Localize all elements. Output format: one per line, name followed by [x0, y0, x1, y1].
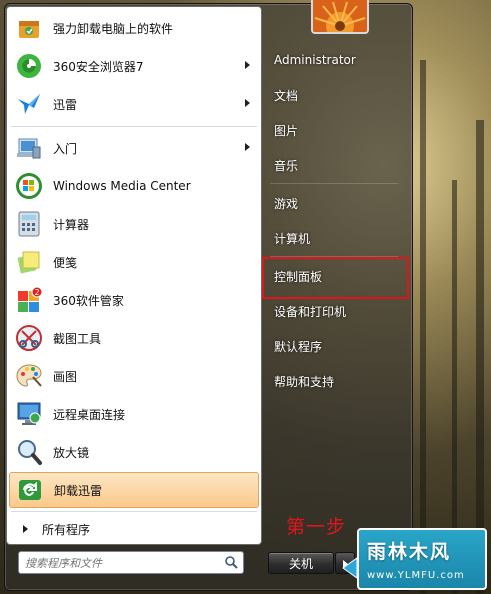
watermark-url: www.YLMFU.com	[367, 570, 465, 581]
watermark-title: 雨林木风	[367, 541, 452, 563]
all-programs-label: 所有程序	[42, 522, 91, 537]
program-item-uninstall-software[interactable]: 强力卸载电脑上的软件	[9, 10, 259, 46]
search-icon[interactable]	[224, 555, 238, 569]
calculator-icon	[14, 209, 44, 239]
program-item-remote-desktop[interactable]: 远程桌面连接	[9, 396, 259, 432]
tree-trunk-3	[476, 120, 484, 594]
shutdown-button[interactable]: 关机	[268, 552, 334, 574]
annotation-highlight-box	[262, 257, 409, 299]
documents-link[interactable]: 文档	[264, 83, 414, 107]
browser-360-icon	[14, 51, 44, 81]
separator	[11, 511, 257, 512]
program-label: 远程桌面连接	[53, 407, 126, 422]
program-label: 强力卸载电脑上的软件	[53, 21, 174, 36]
program-label: 便笺	[53, 255, 78, 270]
expand-arrow-icon	[23, 525, 28, 533]
uninstall-box-icon	[14, 13, 44, 43]
program-item-snipping-tool[interactable]: 截图工具	[9, 320, 259, 356]
software-manager-360-icon: 2	[14, 285, 44, 315]
program-label: 360软件管家	[53, 293, 124, 308]
program-label: 画图	[53, 369, 78, 384]
program-item-magnifier[interactable]: 放大镜	[9, 434, 259, 470]
program-label: 迅雷	[53, 97, 78, 112]
help-support-link[interactable]: 帮助和支持	[264, 369, 414, 393]
program-label: 截图工具	[53, 331, 102, 346]
program-label: 入门	[53, 141, 78, 156]
program-list-pane: 强力卸载电脑上的软件 360安全浏览器7 迅雷 入门 Windows Media…	[6, 6, 262, 545]
username-link[interactable]: Administrator	[264, 48, 414, 72]
program-item-360-browser[interactable]: 360安全浏览器7	[9, 48, 259, 84]
tree-trunk-1	[420, 60, 426, 594]
program-item-360-software-manager[interactable]: 2 360软件管家	[9, 282, 259, 318]
watermark-logo: 雨林木风 www.YLMFU.com	[357, 528, 487, 590]
search-box[interactable]	[18, 551, 244, 574]
svg-text:2: 2	[34, 288, 39, 297]
search-input[interactable]	[23, 554, 223, 572]
windows-media-center-icon	[14, 171, 44, 201]
xunlei-bird-icon	[14, 89, 44, 119]
submenu-arrow-icon	[245, 143, 250, 151]
program-item-calculator[interactable]: 计算器	[9, 206, 259, 242]
snipping-tool-icon	[14, 323, 44, 353]
program-item-paint[interactable]: 画图	[9, 358, 259, 394]
separator	[11, 126, 257, 127]
submenu-arrow-icon	[245, 99, 250, 107]
user-avatar[interactable]	[311, 0, 369, 34]
getting-started-icon	[14, 133, 44, 163]
program-label: Windows Media Center	[53, 179, 191, 193]
program-label: 计算器	[53, 217, 90, 232]
submenu-arrow-icon	[245, 61, 250, 69]
sticky-notes-icon	[14, 247, 44, 277]
program-label: 放大镜	[53, 445, 90, 460]
program-label: 卸载迅雷	[54, 483, 103, 498]
step-annotation-label: 第一步	[286, 516, 347, 538]
pictures-link[interactable]: 图片	[264, 118, 414, 142]
magnifier-icon	[14, 437, 44, 467]
separator	[270, 183, 398, 184]
program-item-xunlei[interactable]: 迅雷	[9, 86, 259, 122]
all-programs-button[interactable]: 所有程序	[9, 516, 259, 542]
games-link[interactable]: 游戏	[264, 191, 414, 215]
program-item-windows-media-center[interactable]: Windows Media Center	[9, 168, 259, 204]
uninstall-xunlei-icon	[15, 475, 45, 505]
program-item-uninstall-xunlei[interactable]: 卸载迅雷	[9, 472, 259, 508]
default-programs-link[interactable]: 默认程序	[264, 334, 414, 358]
computer-link[interactable]: 计算机	[264, 226, 414, 250]
program-label: 360安全浏览器7	[53, 59, 144, 74]
paint-palette-icon	[14, 361, 44, 391]
music-link[interactable]: 音乐	[264, 153, 414, 177]
program-item-sticky-notes[interactable]: 便笺	[9, 244, 259, 280]
remote-desktop-icon	[14, 399, 44, 429]
devices-printers-link[interactable]: 设备和打印机	[264, 299, 414, 323]
program-item-getting-started[interactable]: 入门	[9, 130, 259, 166]
